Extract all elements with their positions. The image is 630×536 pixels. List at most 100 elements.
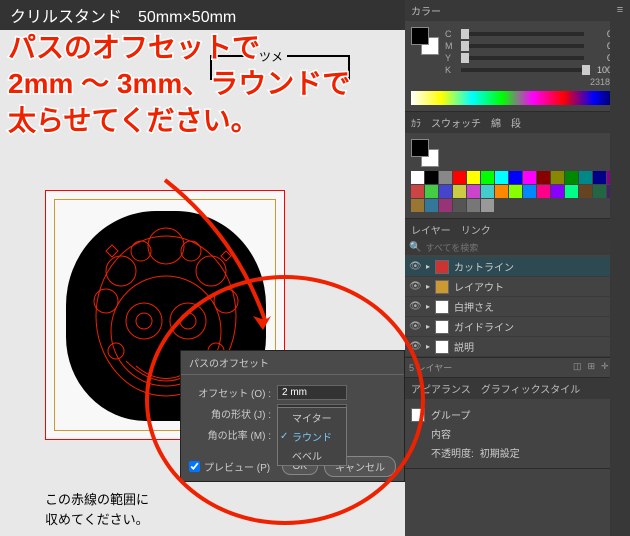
chevron-right-icon[interactable]: ▸	[426, 342, 430, 351]
dd-round[interactable]: ラウンド	[278, 427, 346, 446]
swatch[interactable]	[453, 171, 466, 184]
k-val[interactable]: 100	[588, 65, 612, 75]
swatch[interactable]	[453, 185, 466, 198]
opacity-val[interactable]: 初期設定	[480, 445, 520, 460]
search-icon: 🔍	[409, 242, 421, 253]
layer-new-sub-icon[interactable]: ⊞	[587, 361, 595, 374]
hex-value[interactable]: 231815	[411, 77, 624, 87]
swatch[interactable]	[411, 199, 424, 212]
layer-collect-icon[interactable]: ◫	[573, 361, 582, 374]
layer-new-icon[interactable]: ✛	[601, 361, 609, 374]
swatch[interactable]	[425, 171, 438, 184]
swatch[interactable]	[495, 185, 508, 198]
color-fgbg[interactable]	[411, 27, 439, 55]
layer-swatch	[435, 340, 449, 354]
layer-name[interactable]: レイアウト	[454, 279, 613, 294]
y-slider[interactable]	[461, 56, 584, 60]
swatch[interactable]	[411, 185, 424, 198]
offset-input[interactable]	[277, 385, 347, 400]
y-val[interactable]: 0	[588, 53, 612, 63]
swatch[interactable]	[453, 199, 466, 212]
swatch-fgbg[interactable]	[411, 139, 439, 167]
app-group: グループ	[431, 407, 470, 422]
swatch[interactable]	[481, 199, 494, 212]
visibility-icon[interactable]: 👁	[409, 261, 421, 273]
dialog-title: パスのオフセット	[181, 351, 404, 375]
swatch[interactable]	[565, 171, 578, 184]
sw-tab-3[interactable]: 段	[511, 115, 521, 130]
chevron-right-icon[interactable]: ▸	[426, 322, 430, 331]
layer-name[interactable]: ガイドライン	[454, 319, 613, 334]
visibility-icon[interactable]: 👁	[409, 341, 421, 353]
color-panel: カラー C0% M0% Y0% K100% 231815	[405, 0, 630, 112]
swatch[interactable]	[439, 185, 452, 198]
swatch[interactable]	[481, 185, 494, 198]
visibility-icon[interactable]: 👁	[409, 281, 421, 293]
layer-name[interactable]: カットライン	[454, 259, 613, 274]
sw-tab-2[interactable]: 綿	[491, 115, 501, 130]
swatch[interactable]	[565, 185, 578, 198]
y-label: Y	[445, 53, 457, 63]
swatch[interactable]	[467, 171, 480, 184]
sw-tab-0[interactable]: ｶﾗ	[411, 115, 421, 130]
gstyle-tab[interactable]: グラフィックスタイル	[481, 381, 581, 396]
dd-miter[interactable]: マイター	[278, 408, 346, 427]
links-tab[interactable]: リンク	[461, 222, 491, 237]
layer-row[interactable]: 👁 ▸ 白押さえ	[405, 297, 630, 317]
swatch[interactable]	[495, 171, 508, 184]
swatch[interactable]	[425, 185, 438, 198]
layers-tab[interactable]: レイヤー	[411, 222, 451, 237]
dd-bevel[interactable]: ベベル	[278, 446, 346, 465]
visibility-icon[interactable]: 👁	[409, 321, 421, 333]
swatch[interactable]	[551, 185, 564, 198]
c-slider[interactable]	[461, 32, 584, 36]
preview-checkbox[interactable]: プレビュー (P)	[189, 459, 270, 474]
sw-tab-1[interactable]: スウォッチ	[431, 115, 481, 130]
swatch[interactable]	[509, 185, 522, 198]
layer-count: 5 レイヤー	[409, 361, 452, 374]
swatch[interactable]	[509, 171, 522, 184]
c-val[interactable]: 0	[588, 29, 612, 39]
app-swatch[interactable]	[411, 408, 425, 422]
layer-row[interactable]: 👁 ▸ 説明	[405, 337, 630, 357]
m-label: M	[445, 41, 457, 51]
chevron-right-icon[interactable]: ▸	[426, 262, 430, 271]
swatch[interactable]	[537, 171, 550, 184]
swatch[interactable]	[579, 171, 592, 184]
chevron-right-icon[interactable]: ▸	[426, 302, 430, 311]
k-slider[interactable]	[461, 68, 584, 72]
swatch[interactable]	[439, 171, 452, 184]
m-slider[interactable]	[461, 44, 584, 48]
swatch[interactable]	[593, 171, 606, 184]
swatch[interactable]	[439, 199, 452, 212]
layer-name[interactable]: 説明	[454, 339, 613, 354]
swatch[interactable]	[537, 185, 550, 198]
visibility-icon[interactable]: 👁	[409, 301, 421, 313]
color-tab[interactable]: カラー	[411, 3, 441, 18]
swatch[interactable]	[523, 185, 536, 198]
swatch[interactable]	[425, 199, 438, 212]
swatch[interactable]	[411, 171, 424, 184]
color-spectrum[interactable]	[411, 91, 624, 105]
appearance-panel: アピアランス グラフィックスタイル グループ 内容 不透明度:初期設定	[405, 378, 630, 469]
tsume-label: ツメ	[255, 48, 287, 65]
layer-search-input[interactable]	[425, 243, 626, 253]
swatch[interactable]	[523, 171, 536, 184]
swatch[interactable]	[467, 199, 480, 212]
chevron-right-icon[interactable]: ▸	[426, 282, 430, 291]
layer-row[interactable]: 👁 ▸ カットライン	[405, 257, 630, 277]
layer-search[interactable]: 🔍	[405, 240, 630, 255]
join-dropdown: マイター ラウンド ベベル	[277, 407, 347, 466]
layer-row[interactable]: 👁 ▸ レイアウト	[405, 277, 630, 297]
layer-row[interactable]: 👁 ▸ ガイドライン	[405, 317, 630, 337]
dock-icon[interactable]: ≡	[613, 4, 627, 18]
swatch[interactable]	[551, 171, 564, 184]
swatch[interactable]	[467, 185, 480, 198]
swatch[interactable]	[593, 185, 606, 198]
swatch[interactable]	[481, 171, 494, 184]
m-val[interactable]: 0	[588, 41, 612, 51]
swatch[interactable]	[579, 185, 592, 198]
appearance-tab[interactable]: アピアランス	[411, 381, 471, 396]
layer-name[interactable]: 白押さえ	[454, 299, 613, 314]
layer-swatch	[435, 320, 449, 334]
